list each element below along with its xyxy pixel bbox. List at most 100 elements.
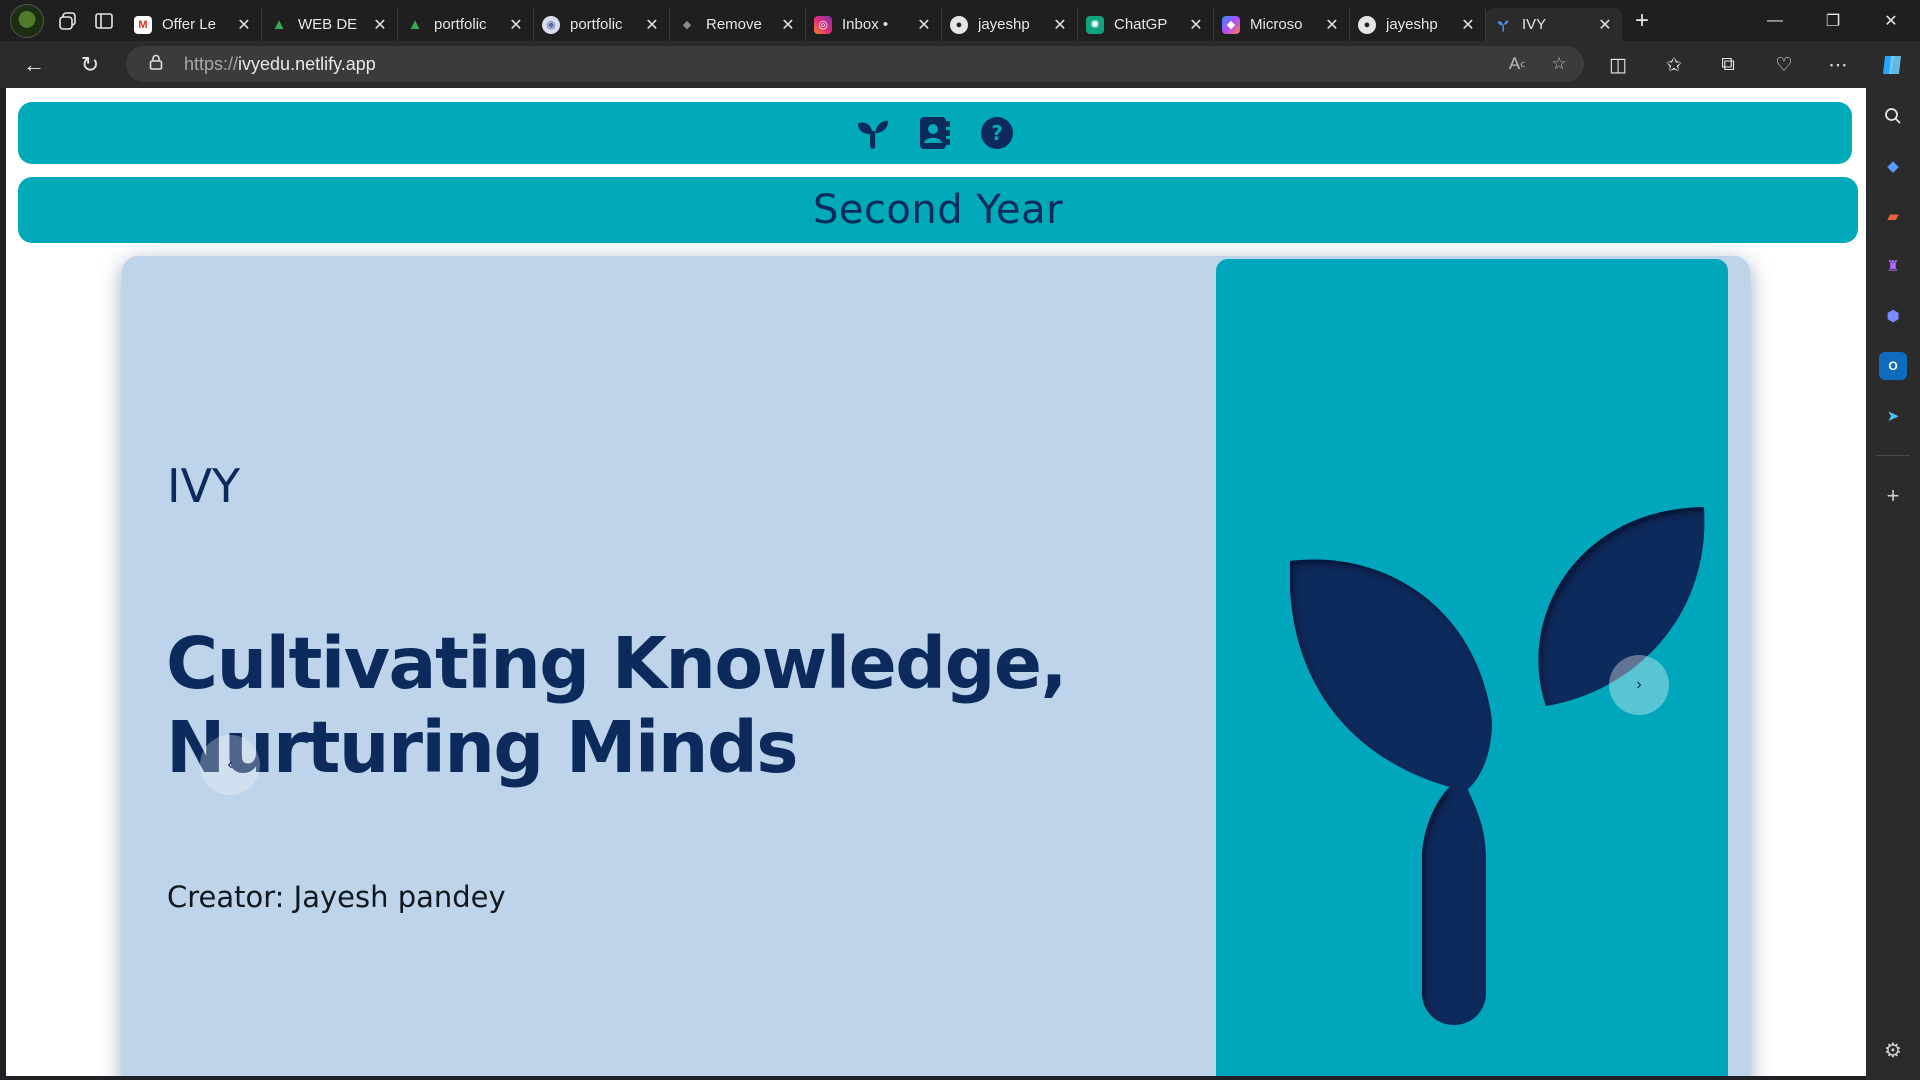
tab-label: Offer Le xyxy=(162,16,216,33)
year-title: Second Year xyxy=(812,187,1064,233)
headline-line: Nurturing Minds xyxy=(166,706,799,789)
close-icon[interactable]: ✕ xyxy=(371,15,389,35)
drive-icon: ▲ xyxy=(271,16,287,33)
tab-label: jayeshp xyxy=(1386,16,1438,33)
close-icon[interactable]: ✕ xyxy=(1051,15,1069,35)
tab-label: Microso xyxy=(1250,16,1303,33)
headline-line: Cultivating Knowledge, xyxy=(166,622,1068,705)
chevron-right-icon: › xyxy=(1636,676,1642,693)
url-text[interactable]: https://ivyedu.netlify.app xyxy=(184,54,376,75)
tab[interactable]: ▲ WEB DE ✕ xyxy=(262,8,398,41)
profile-avatar[interactable] xyxy=(10,3,44,38)
tab-label: ChatGP xyxy=(1114,16,1168,33)
split-screen-icon[interactable]: ◫ xyxy=(1600,47,1636,83)
tab-label: Remove xyxy=(706,16,762,33)
chevron-left-icon: ‹ xyxy=(227,756,233,773)
new-tab-button[interactable]: + xyxy=(1622,0,1662,41)
tab-label: jayeshp xyxy=(978,16,1030,33)
edge-sidebar: ◆ ▰ ♜ ⬢ O ➤ + ⚙ xyxy=(1866,88,1920,1080)
lock-icon[interactable] xyxy=(146,54,166,74)
tab[interactable]: M Offer Le ✕ xyxy=(126,8,262,41)
tab[interactable]: ● jayeshp ✕ xyxy=(1350,8,1486,41)
globe-icon: ◉ xyxy=(542,15,560,34)
browser-essentials-icon[interactable]: ♡ xyxy=(1766,47,1802,83)
window-controls: — ❐ ✕ xyxy=(1746,0,1920,41)
help-circle-icon[interactable]: ? xyxy=(975,111,1019,155)
browser-title-bar: M Offer Le ✕ ▲ WEB DE ✕ ▲ portfolic ✕ ◉ portfol… xyxy=(0,0,1920,41)
gmail-icon: M xyxy=(134,15,152,34)
tab-strip: M Offer Le ✕ ▲ WEB DE ✕ ▲ portfolic ✕ ◉ portfol… xyxy=(126,0,1622,41)
add-icon[interactable]: + xyxy=(1879,482,1907,510)
close-icon[interactable]: ✕ xyxy=(915,15,933,35)
outlook-icon[interactable]: O xyxy=(1879,352,1907,380)
github-icon: ● xyxy=(950,15,968,34)
sidebar-divider xyxy=(1876,455,1910,456)
year-banner: Second Year xyxy=(18,177,1858,243)
settings-gear-icon[interactable]: ⚙ xyxy=(1879,1036,1907,1064)
close-icon[interactable]: ✕ xyxy=(235,15,253,35)
chatgpt-icon: ✺ xyxy=(1086,15,1104,34)
send-paper-plane-icon[interactable]: ➤ xyxy=(1879,402,1907,430)
shopping-tag-icon[interactable]: ◆ xyxy=(1879,152,1907,180)
close-icon[interactable]: ✕ xyxy=(507,15,525,35)
tab[interactable]: ● jayeshp ✕ xyxy=(942,8,1078,41)
read-aloud-icon[interactable]: Aⅽ xyxy=(1502,49,1532,79)
brand-name: IVY xyxy=(167,459,241,513)
page-viewport: ? Second Year IVY Cultivating Knowledge,… xyxy=(6,88,1866,1076)
drive-icon: ▲ xyxy=(407,16,423,33)
close-icon[interactable]: ✕ xyxy=(1187,15,1205,35)
url-host: ivyedu.netlify.app xyxy=(238,53,376,74)
close-window-icon[interactable]: ✕ xyxy=(1862,0,1920,41)
favorite-star-icon[interactable]: ☆ xyxy=(1544,49,1574,79)
layers-icon: ◆ xyxy=(682,19,692,31)
tab[interactable]: ◆ Remove ✕ xyxy=(670,8,806,41)
search-icon[interactable] xyxy=(1879,102,1907,130)
more-options-icon[interactable]: ⋯ xyxy=(1820,47,1856,83)
microsoft-365-icon[interactable]: ⬢ xyxy=(1879,302,1907,330)
instagram-icon: ◎ xyxy=(814,15,832,34)
collections-icon[interactable]: ⧉ xyxy=(1710,47,1746,83)
workspaces-icon[interactable] xyxy=(50,0,86,41)
back-icon[interactable]: ← xyxy=(16,47,52,83)
creator-credit: Creator: Jayesh pandey xyxy=(167,880,506,914)
tools-briefcase-icon[interactable]: ▰ xyxy=(1879,202,1907,230)
close-icon[interactable]: ✕ xyxy=(643,15,661,35)
favorites-icon[interactable]: ✩ xyxy=(1656,47,1692,83)
tab-label: portfolic xyxy=(434,16,487,33)
svg-text:?: ? xyxy=(991,121,1003,145)
address-bar[interactable]: https://ivyedu.netlify.app Aⅽ ☆ xyxy=(126,46,1584,82)
browser-toolbar: ← ↻ https://ivyedu.netlify.app Aⅽ ☆ ◫ ✩ … xyxy=(0,41,1920,88)
contact-book-icon[interactable] xyxy=(913,111,957,155)
github-icon: ● xyxy=(1358,15,1376,34)
tab[interactable]: ✺ ChatGP ✕ xyxy=(1078,8,1214,41)
refresh-icon[interactable]: ↻ xyxy=(72,47,108,83)
tab[interactable]: ▲ portfolic ✕ xyxy=(398,8,534,41)
url-scheme: https:// xyxy=(184,53,239,74)
restore-icon[interactable]: ❐ xyxy=(1804,0,1862,41)
minimize-icon[interactable]: — xyxy=(1746,0,1804,41)
close-icon[interactable]: ✕ xyxy=(1596,15,1614,35)
copilot-icon[interactable] xyxy=(1874,47,1910,83)
tab-label: WEB DE xyxy=(298,16,358,33)
tab-label: portfolic xyxy=(570,16,623,33)
copilot-icon: ◆ xyxy=(1222,15,1240,34)
carousel-prev-button[interactable]: ‹ xyxy=(200,735,260,795)
tab[interactable]: ◆ Microso ✕ xyxy=(1214,8,1350,41)
games-chess-icon[interactable]: ♜ xyxy=(1879,252,1907,280)
tab[interactable]: ◎ Inbox • ✕ xyxy=(806,8,942,41)
site-navbar: ? xyxy=(18,102,1852,164)
sprout-icon xyxy=(1494,16,1512,34)
tab-active[interactable]: IVY ✕ xyxy=(1486,8,1622,41)
tab-actions-icon[interactable] xyxy=(86,0,122,41)
tab-label: Inbox • xyxy=(842,16,889,33)
sprout-icon[interactable] xyxy=(851,111,895,155)
hero-carousel-card: IVY Cultivating Knowledge, Nurturing Min… xyxy=(122,256,1750,1076)
hero-headline: Cultivating Knowledge, Nurturing Minds xyxy=(166,622,1166,790)
tab-label: IVY xyxy=(1522,16,1547,33)
close-icon[interactable]: ✕ xyxy=(1323,15,1341,35)
close-icon[interactable]: ✕ xyxy=(779,15,797,35)
hero-image-panel: › xyxy=(1216,259,1728,1076)
carousel-next-button[interactable]: › xyxy=(1609,655,1669,715)
close-icon[interactable]: ✕ xyxy=(1459,15,1477,35)
tab[interactable]: ◉ portfolic ✕ xyxy=(534,8,670,41)
